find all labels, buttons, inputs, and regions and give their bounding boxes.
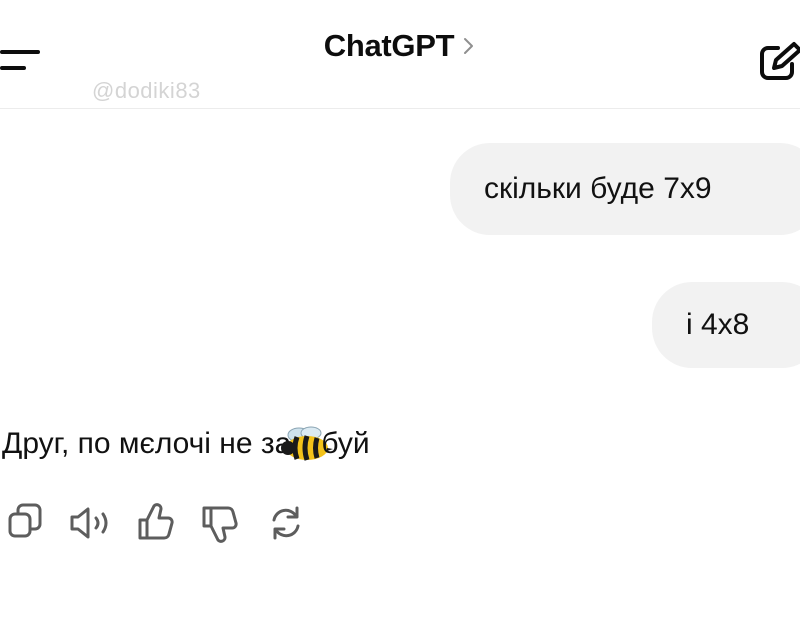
model-selector-button[interactable]: ChatGPT xyxy=(324,28,477,64)
edit-icon[interactable] xyxy=(756,40,800,84)
copy-icon[interactable] xyxy=(4,500,48,546)
watermark: @dodiki83 xyxy=(92,78,201,103)
app-title: ChatGPT xyxy=(323,28,455,63)
user-message-bubble: скільки буде 7х9 xyxy=(450,143,800,235)
read-aloud-icon[interactable] xyxy=(66,500,116,546)
user-message-text: скільки буде 7х9 xyxy=(484,172,712,205)
thumbs-up-icon[interactable] xyxy=(134,500,178,546)
regenerate-icon[interactable] xyxy=(264,500,308,546)
top-bar: ChatGPT @dodiki83 xyxy=(0,0,800,109)
assistant-message-text: буй xyxy=(321,427,370,460)
thumbs-down-icon[interactable] xyxy=(198,500,242,546)
user-message-text: і 4х8 xyxy=(686,308,750,341)
chevron-right-icon xyxy=(462,36,476,56)
assistant-message-text: Друг, по мєлочі не за xyxy=(2,427,292,460)
menu-icon[interactable] xyxy=(0,44,46,80)
user-message-bubble: і 4х8 xyxy=(652,282,800,368)
assistant-message: Друг, по мєлочі не за буй xyxy=(2,424,370,464)
